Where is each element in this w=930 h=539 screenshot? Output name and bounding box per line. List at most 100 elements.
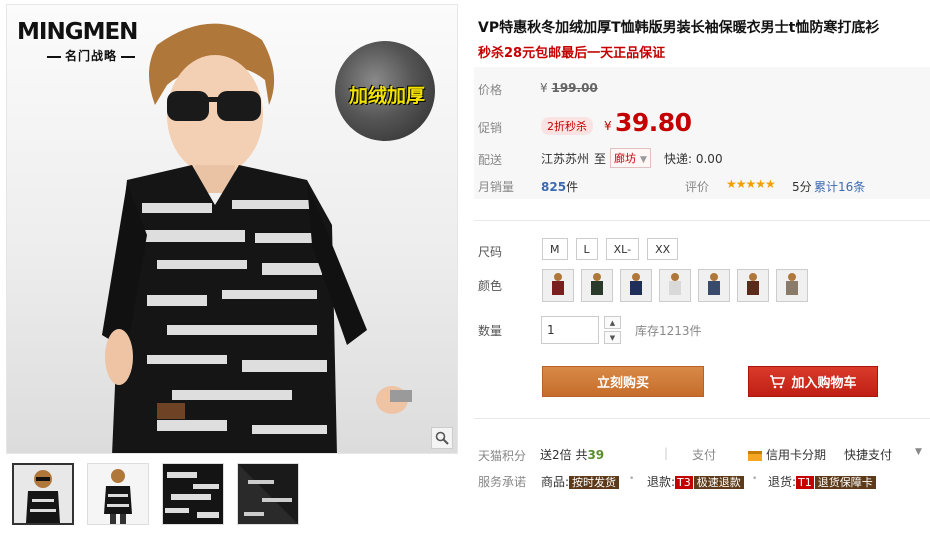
brand-logo: MINGMEN [17, 19, 138, 45]
color-swatch[interactable] [542, 269, 574, 302]
sales-unit: 件 [566, 180, 579, 194]
thumbnail-image [163, 464, 223, 524]
quantity-label: 数量 [478, 324, 503, 338]
separator: | [664, 446, 669, 460]
size-option[interactable]: XL- [605, 238, 640, 260]
chevron-down-icon[interactable]: ▼ [915, 447, 922, 457]
fleece-badge-text: 加绒加厚 [348, 85, 425, 107]
divider [474, 418, 930, 419]
service-refund: 退款: T3 极速退款 [647, 473, 744, 490]
points-label: 天猫积分 [478, 449, 527, 463]
shipping-origin: 江苏苏州 [541, 152, 590, 166]
add-to-cart-label: 加入购物车 [791, 376, 857, 391]
size-options: M L XL- XX [542, 238, 679, 260]
thumbnail-4[interactable] [237, 463, 299, 525]
service-refund-label: 退款: [647, 475, 676, 489]
shipping-destination-select[interactable]: 廊坊 ▼ [610, 148, 651, 168]
color-swatch[interactable] [776, 269, 808, 302]
size-label: 尺码 [478, 245, 503, 259]
magnifier-icon [435, 431, 449, 445]
swatch-image [621, 270, 651, 301]
original-price: ¥ 199.00 [540, 81, 598, 95]
cart-icon [770, 374, 786, 388]
chevron-down-icon: ▼ [640, 155, 647, 165]
service-goods-tag[interactable]: 按时发货 [569, 476, 620, 489]
sales-count-block: 825件 [541, 178, 578, 195]
thumbnail-3[interactable] [162, 463, 224, 525]
size-option[interactable]: L [575, 238, 598, 260]
swatch-image [738, 270, 768, 301]
quantity-decrease-button[interactable]: ▼ [604, 331, 621, 344]
thumbnail-strip [12, 463, 299, 525]
swatch-image [582, 270, 612, 301]
dot-separator: • [629, 474, 635, 484]
thumbnail-image [238, 464, 298, 524]
color-swatch[interactable] [620, 269, 652, 302]
product-title: VP特惠秋冬加绒加厚T恤韩版男装长袖保暖衣男士t恤防寒打底衫 [478, 20, 880, 36]
rating-stars: ★★★★★ [726, 177, 776, 191]
color-swatch[interactable] [698, 269, 730, 302]
swatch-image [660, 270, 690, 301]
swatch-image [777, 270, 807, 301]
quantity-increase-button[interactable]: ▲ [604, 316, 621, 329]
service-return-tag[interactable]: 退货保障卡 [814, 476, 876, 489]
brand-tagline: 名门战略 [43, 47, 139, 64]
thumbnail-image [88, 464, 148, 524]
thumbnail-1[interactable] [12, 463, 74, 525]
sales-label: 月销量 [478, 180, 515, 194]
promo-label: 促销 [478, 121, 503, 135]
size-option[interactable]: XX [647, 238, 679, 260]
watch [390, 390, 412, 402]
size-option[interactable]: M [542, 238, 568, 260]
service-goods: 商品: 按时发货 [541, 473, 620, 490]
add-to-cart-button[interactable]: 加入购物车 [748, 366, 878, 397]
shipping-label: 配送 [478, 153, 503, 167]
service-return: 退货: T1 退货保障卡 [768, 473, 876, 490]
payment-label: 支付 [692, 448, 717, 462]
quick-pay-option[interactable]: 快捷支付 [844, 446, 892, 463]
zoom-button[interactable] [431, 427, 453, 449]
fleece-badge: 加绒加厚 [335, 41, 435, 141]
service-goods-label: 商品: [541, 475, 570, 489]
shipping-express: 快递: 0.00 [664, 152, 723, 166]
service-return-label: 退货: [768, 475, 797, 489]
points-amount: 39 [587, 448, 605, 462]
thumbnail-2[interactable] [87, 463, 149, 525]
thumbnail-image [14, 465, 72, 523]
promo-price: 39.80 [615, 108, 692, 137]
main-product-image[interactable]: MINGMEN 名门战略 加绒加厚 [6, 4, 458, 454]
services-label: 服务承诺 [478, 475, 527, 489]
shipping-to: 至 [594, 152, 607, 166]
promo-tag: 2折秒杀 [541, 117, 593, 135]
shipping-destination: 廊坊 [614, 152, 636, 165]
service-refund-code: T3 [675, 476, 693, 489]
swatch-image [699, 270, 729, 301]
color-options [542, 269, 808, 302]
product-subtitle: 秒杀28元包邮最后一天正品保证 [478, 46, 666, 61]
chevron-up-icon: ▲ [609, 318, 616, 327]
color-swatch[interactable] [581, 269, 613, 302]
swatch-image [543, 270, 573, 301]
promo-currency: ¥ [604, 119, 612, 133]
buy-now-button[interactable]: 立刻购买 [542, 366, 704, 397]
divider [474, 220, 930, 221]
original-currency: ¥ [540, 81, 548, 95]
points-info: 送2倍 共39 [540, 446, 604, 463]
quantity-input[interactable]: 1 [541, 316, 599, 344]
rating-label: 评价 [685, 180, 710, 194]
reviews-count-link[interactable]: 累计16条 [814, 178, 865, 195]
original-price-value: 199.00 [551, 81, 598, 95]
chevron-down-icon: ▼ [609, 333, 616, 342]
points-prefix: 送2倍 共 [540, 448, 588, 462]
dot-separator: • [752, 474, 758, 484]
credit-installment-label: 信用卡分期 [766, 448, 827, 462]
bracelet [157, 403, 185, 419]
service-refund-tag[interactable]: 极速退款 [693, 476, 744, 489]
buy-now-label: 立刻购买 [596, 376, 649, 391]
color-swatch[interactable] [659, 269, 691, 302]
credit-installment-option[interactable]: 信用卡分期 [748, 446, 826, 463]
color-label: 颜色 [478, 279, 503, 293]
rating-score: 5分 [792, 180, 812, 194]
color-swatch[interactable] [737, 269, 769, 302]
credit-card-icon [748, 450, 762, 461]
